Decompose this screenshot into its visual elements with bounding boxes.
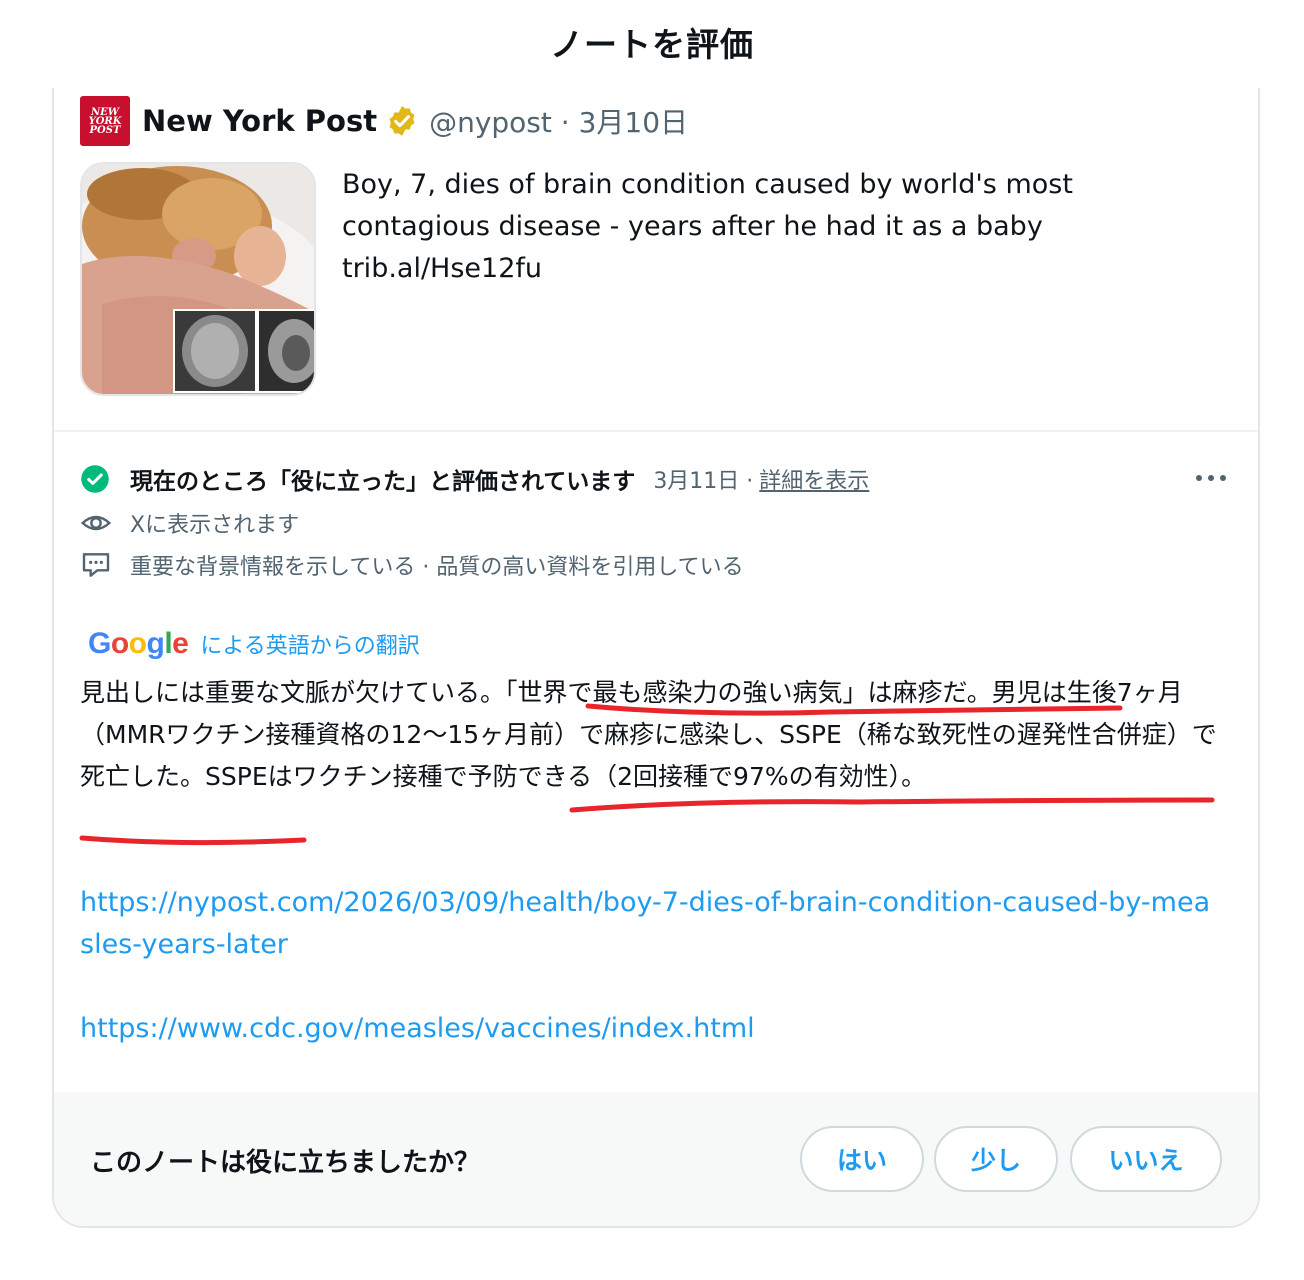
visibility-row: Xに表示されます [80, 506, 299, 540]
page-title: ノートを評価 [550, 25, 754, 64]
google-letter: e [172, 627, 189, 660]
google-letter: G [88, 627, 111, 660]
note-body: 見出しには重要な文脈が欠けている。「世界で最も感染力の強い病気」は麻疹だ。男児は… [80, 672, 1240, 798]
google-letter: o [128, 627, 147, 660]
somewhat-button[interactable]: 少し [934, 1126, 1058, 1192]
rating-footer: このノートは役に立ちましたか？ はい 少し いいえ [54, 1092, 1258, 1226]
comment-icon [82, 553, 110, 577]
source-link-cdc[interactable]: https://www.cdc.gov/measles/vaccines/ind… [80, 1008, 1220, 1050]
rating-question: このノートは役に立ちましたか？ [90, 1148, 481, 1178]
translation-row: Google による英語からの翻訳 [88, 626, 420, 662]
tweet-header: NEW YORK POST New York Post @nypost · 3月10… [80, 96, 688, 146]
google-letter: o [110, 627, 129, 660]
tweet-link[interactable]: trib.al/Hse12fu [342, 248, 1202, 290]
note-status-text: 現在のところ「役に立った」と評価されています [130, 469, 636, 495]
note-status-row: 現在のところ「役に立った」と評価されています 3月11日 · 詳細を表示 [80, 460, 869, 498]
note-status-date: 3月11日 · [653, 469, 754, 494]
verified-badge-icon [389, 106, 415, 136]
google-letter: l [164, 627, 173, 660]
tweet-text: Boy, 7, dies of brain condition caused b… [342, 164, 1202, 290]
author-name[interactable]: New York Post [142, 104, 377, 138]
eye-icon [80, 515, 112, 531]
check-circle-icon [81, 465, 109, 493]
visibility-text: Xに表示されます [130, 513, 300, 538]
source-link-nypost[interactable]: https://nypost.com/2026/03/09/health/boy… [80, 882, 1220, 966]
tweet-text-line: contagious disease - years after he had … [342, 211, 1043, 242]
note-card: NEW YORK POST New York Post @nypost · 3月10… [52, 88, 1260, 1228]
note-body-part: 。 [901, 762, 927, 791]
google-logo: Google [88, 627, 189, 661]
note-body-highlight: 「世界で最も感染力の強い病気」は麻疹だ [505, 678, 967, 707]
yes-button[interactable]: はい [800, 1126, 924, 1192]
details-link[interactable]: 詳細を表示 [759, 463, 869, 495]
google-letter: g [146, 627, 165, 660]
reasons-text: 重要な背景情報を示している · 品質の高い資料を引用している [130, 555, 744, 580]
nypost-logo[interactable]: NEW YORK POST [80, 96, 130, 146]
reasons-row: 重要な背景情報を示している · 品質の高い資料を引用している [80, 548, 744, 582]
handle-date: @nypost · 3月10日 [429, 106, 689, 139]
tweet-media-thumbnail[interactable] [80, 162, 316, 396]
note-body-highlight: SSPEはワクチン接種で予防できる（2回接種で97%の有効性） [205, 762, 902, 791]
note-body-part: 見出しには重要な文脈が欠けている。 [80, 678, 506, 707]
media-image [82, 164, 314, 394]
translation-label[interactable]: による英語からの翻訳 [200, 628, 419, 660]
divider [54, 430, 1258, 432]
more-icon[interactable] [1194, 468, 1228, 488]
no-button[interactable]: いいえ [1070, 1126, 1222, 1192]
tweet-text-line: Boy, 7, dies of brain condition caused b… [342, 169, 1073, 200]
